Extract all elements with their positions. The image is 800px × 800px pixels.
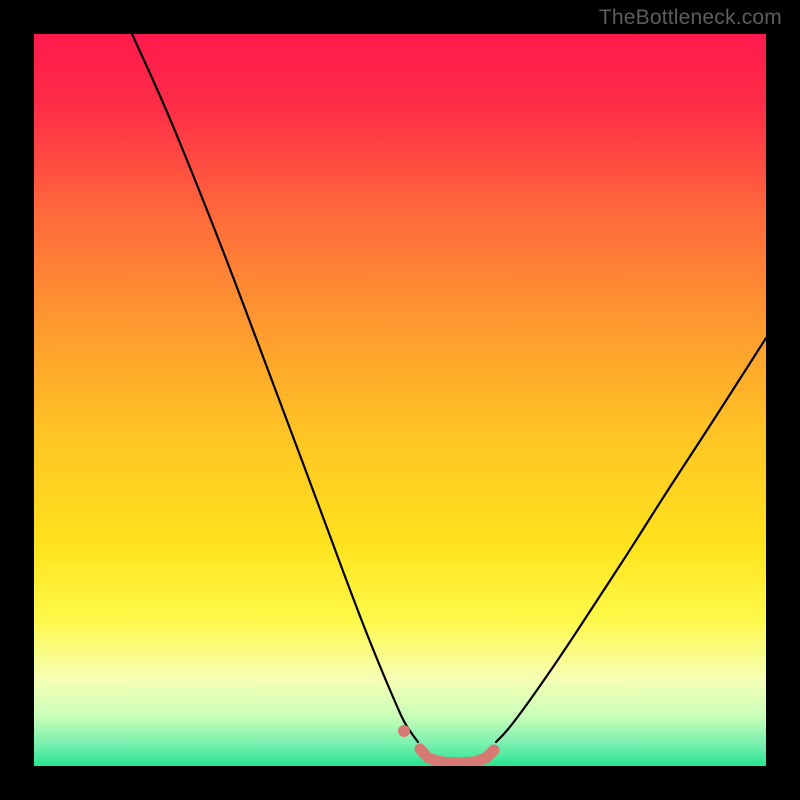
chart-frame: TheBottleneck.com [0,0,800,800]
gradient-background [34,34,766,766]
plot-area [34,34,766,766]
chart-svg [34,34,766,766]
highlight-dot [398,725,410,737]
watermark-text: TheBottleneck.com [599,6,782,30]
